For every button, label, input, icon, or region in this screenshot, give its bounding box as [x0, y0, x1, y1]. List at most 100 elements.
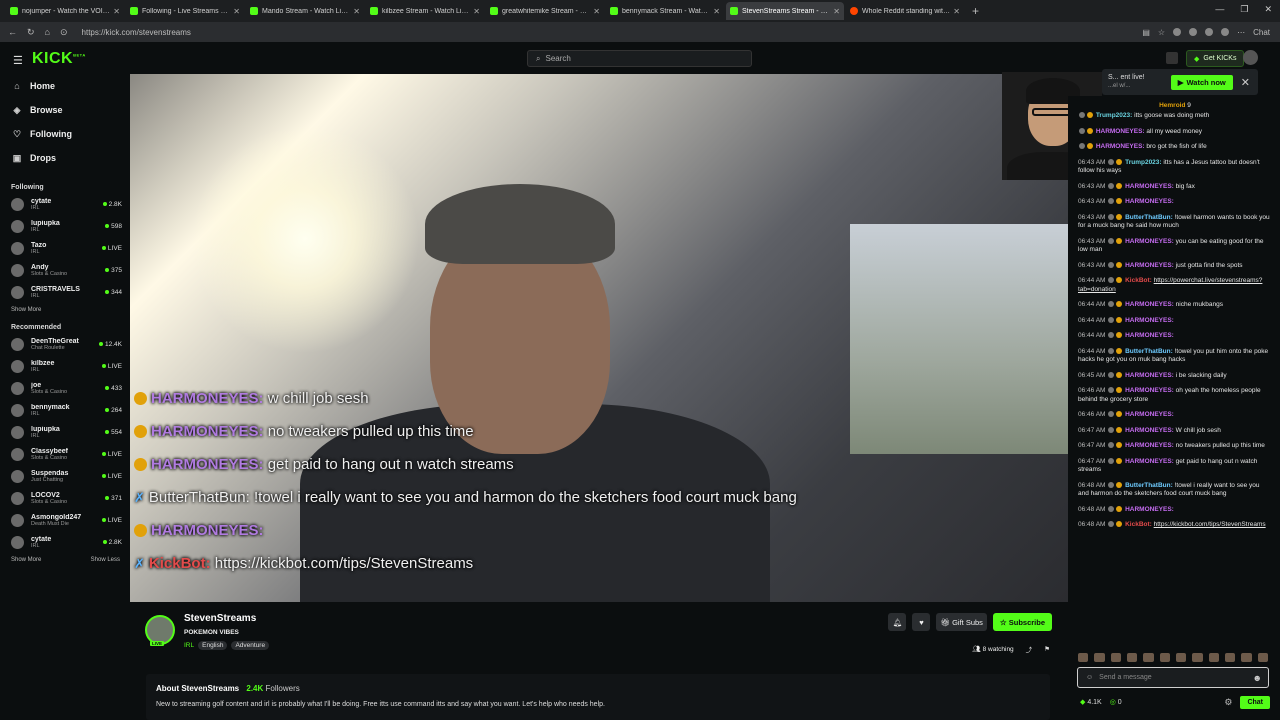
- browser-tab[interactable]: kilbzee Stream - Watch Live on Ki✕: [366, 2, 484, 20]
- channel-item[interactable]: bennymack IRL 264: [0, 399, 130, 421]
- close-icon[interactable]: ✕: [1241, 76, 1250, 89]
- notification-bell-button[interactable]: 🔔︎: [888, 613, 907, 631]
- emote-icon[interactable]: [1208, 652, 1219, 662]
- chat-username[interactable]: ButterThatBun:: [1125, 482, 1173, 489]
- emote-icon[interactable]: [1224, 652, 1236, 662]
- subscribe-button[interactable]: ☆ Subscribe: [992, 613, 1052, 631]
- channel-item[interactable]: Asmongold247 Death Must Die LIVE: [0, 509, 130, 531]
- tab-close-icon[interactable]: ✕: [953, 7, 960, 16]
- browser-tab[interactable]: nojumper - Watch the VOID on Kic✕: [6, 2, 124, 20]
- show-more-following[interactable]: Show More: [11, 307, 41, 313]
- chat-username[interactable]: HARMONEYES:: [1096, 143, 1145, 150]
- channel-item[interactable]: kilbzee IRL LIVE: [0, 355, 130, 377]
- emote-icon[interactable]: [1257, 652, 1268, 662]
- chat-username[interactable]: HARMONEYES:: [1125, 372, 1174, 379]
- channel-item[interactable]: joe Slots & Casino 433: [0, 377, 130, 399]
- category-link[interactable]: IRL: [184, 642, 194, 649]
- emote-icon[interactable]: [1078, 652, 1089, 662]
- profile-icon[interactable]: [1221, 28, 1230, 36]
- settings-gear-icon[interactable]: ⚙: [1224, 697, 1232, 708]
- emote-icon[interactable]: [1110, 652, 1121, 662]
- emote-picker-icon[interactable]: ☺: [1086, 674, 1093, 681]
- chat-username[interactable]: HARMONEYES:: [1125, 442, 1174, 449]
- send-icon[interactable]: ☻: [1253, 673, 1262, 683]
- emote-icon[interactable]: [1094, 652, 1105, 662]
- tab-close-icon[interactable]: ✕: [473, 7, 480, 16]
- url-field[interactable]: https://kick.com/stevenstreams: [82, 28, 191, 37]
- chat-username[interactable]: KickBot:: [1125, 521, 1152, 528]
- share-icon[interactable]: ⤴: [1026, 644, 1033, 654]
- watch-now-button[interactable]: ▶ Watch now: [1170, 74, 1233, 90]
- reload-icon[interactable]: ↻: [27, 27, 35, 38]
- follow-heart-button[interactable]: ♥: [912, 613, 931, 631]
- emote-icon[interactable]: [1143, 652, 1154, 662]
- emote-icon[interactable]: [1175, 652, 1187, 662]
- chat-username[interactable]: HARMONEYES:: [1125, 506, 1174, 513]
- site-info-icon[interactable]: ⊙: [60, 27, 68, 38]
- extension-icon[interactable]: [1173, 28, 1182, 36]
- minimize-icon[interactable]: —: [1215, 4, 1224, 15]
- chat-username[interactable]: HARMONEYES:: [1096, 128, 1145, 135]
- channel-item[interactable]: lupiupka IRL 554: [0, 421, 130, 443]
- chat-username[interactable]: HARMONEYES:: [1125, 317, 1174, 324]
- sidebar-item-drops[interactable]: ▣ Drops: [12, 146, 130, 170]
- chat-username[interactable]: HARMONEYES:: [1125, 332, 1174, 339]
- bookmark-star-icon[interactable]: ☆: [1158, 28, 1165, 37]
- streamer-name[interactable]: StevenStreams: [184, 613, 256, 624]
- tag-chip[interactable]: Adventure: [231, 641, 270, 650]
- chat-text[interactable]: https://powerchat.live/stevenstreams?tab…: [1078, 277, 1262, 293]
- reader-icon[interactable]: ▤: [1142, 28, 1150, 37]
- chat-send-button[interactable]: Chat: [1240, 695, 1270, 709]
- tab-close-icon[interactable]: ✕: [833, 7, 840, 16]
- calendar-icon[interactable]: [1166, 52, 1178, 64]
- chat-username[interactable]: HARMONEYES:: [1125, 411, 1174, 418]
- chat-username[interactable]: Trump2023:: [1125, 159, 1162, 166]
- get-kicks-button[interactable]: ◆ Get KICKs: [1186, 50, 1245, 67]
- close-window-icon[interactable]: ✕: [1264, 4, 1272, 15]
- chat-input[interactable]: ☺ Send a message ☻: [1077, 667, 1269, 688]
- channel-item[interactable]: Suspendas Just Chatting LIVE: [0, 465, 130, 487]
- chat-username[interactable]: HARMONEYES:: [1125, 183, 1174, 190]
- show-more-recommended[interactable]: Show More: [11, 557, 41, 563]
- tab-close-icon[interactable]: ✕: [713, 7, 720, 16]
- extension-icon[interactable]: [1189, 28, 1198, 36]
- back-icon[interactable]: ←: [8, 27, 17, 38]
- chat-username[interactable]: HARMONEYES:: [1125, 387, 1174, 394]
- emote-icon[interactable]: [1159, 652, 1170, 662]
- tab-close-icon[interactable]: ✕: [113, 7, 120, 16]
- kick-logo[interactable]: KICKBETA: [32, 50, 86, 68]
- home-browser-icon[interactable]: ⌂: [45, 27, 50, 38]
- chat-username[interactable]: KickBot:: [1125, 277, 1152, 284]
- channel-item[interactable]: cytate IRL 2.8K: [0, 531, 130, 553]
- menu-dots-icon[interactable]: ⋯: [1237, 28, 1245, 37]
- chat-username[interactable]: HARMONEYES:: [1125, 238, 1174, 245]
- chat-username[interactable]: ButterThatBun:: [1125, 214, 1173, 221]
- chat-username[interactable]: HARMONEYES:: [1125, 427, 1174, 434]
- channel-item[interactable]: LOCOV2 Slots & Casino 371: [0, 487, 130, 509]
- sidebar-item-home[interactable]: ⌂ Home: [12, 74, 130, 98]
- chat-text[interactable]: https://kickbot.com/tips/StevenStreams: [1154, 521, 1266, 528]
- emote-icon[interactable]: [1241, 652, 1252, 662]
- chat-username[interactable]: HARMONEYES:: [1125, 301, 1174, 308]
- sidebar-item-following[interactable]: ♡ Following: [12, 122, 130, 146]
- chat-username[interactable]: ButterThatBun:: [1125, 348, 1173, 355]
- tab-close-icon[interactable]: ✕: [593, 7, 600, 16]
- video-player[interactable]: HARMONEYES: w chill job sesh HARMONEYES: …: [130, 74, 1068, 602]
- channel-item[interactable]: DeenTheGreat Chat Roulette 12.4K: [0, 333, 130, 355]
- extension-icon[interactable]: [1205, 28, 1214, 36]
- channel-item[interactable]: cytate IRL 2.8K: [0, 193, 130, 215]
- emote-icon[interactable]: [1126, 652, 1138, 662]
- channel-item[interactable]: Tazo IRL LIVE: [0, 237, 130, 259]
- show-less-recommended[interactable]: Show Less: [91, 557, 120, 563]
- tag-chip[interactable]: English: [198, 641, 228, 650]
- channel-item[interactable]: Classybeef Slots & Casino LIVE: [0, 443, 130, 465]
- browser-tab[interactable]: Following - Live Streams on Kick✕: [126, 2, 244, 20]
- gift-subs-button[interactable]: 🎁︎ Gift Subs: [936, 613, 987, 631]
- channel-item[interactable]: lupiupka IRL 598: [0, 215, 130, 237]
- chat-username[interactable]: HARMONEYES:: [1125, 198, 1174, 205]
- browser-tab[interactable]: bennymack Stream - Watch Live o✕: [606, 2, 724, 20]
- emote-icon[interactable]: [1192, 652, 1203, 662]
- points-balance[interactable]: ◎ 0: [1110, 698, 1122, 706]
- channel-item[interactable]: CRISTRAVELS IRL 344: [0, 281, 130, 303]
- browser-tab[interactable]: greatwhitemike Stream - Watch Li✕: [486, 2, 604, 20]
